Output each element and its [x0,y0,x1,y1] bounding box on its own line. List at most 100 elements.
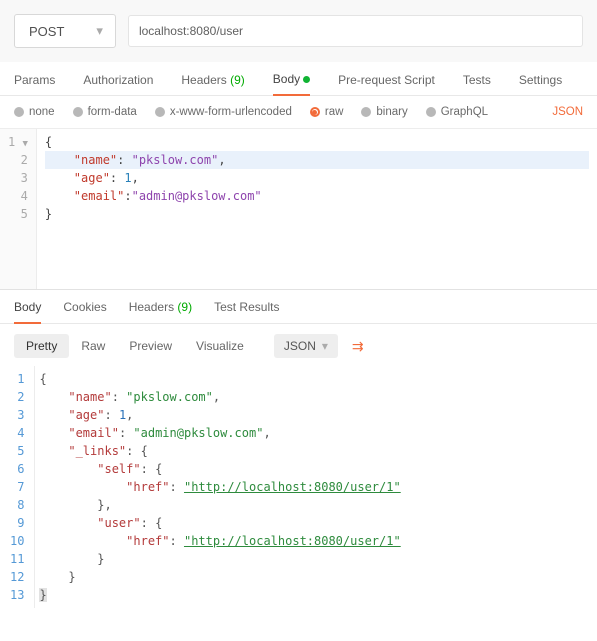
request-tabs: Params Authorization Headers (9) Body Pr… [0,62,597,96]
resp-headers-label: Headers [129,300,174,314]
json-url[interactable]: "http://localhost:8080/user/1" [184,534,401,548]
json-key: "href" [126,480,169,494]
wrap-lines-icon[interactable]: ⇉ [352,338,364,355]
tab-prerequest[interactable]: Pre-request Script [338,73,435,95]
radio-off-icon [426,107,436,117]
line-number: 11 [10,550,24,568]
json-key: "self" [97,462,140,476]
line-number: 12 [10,568,24,586]
json-url[interactable]: "http://localhost:8080/user/1" [184,480,401,494]
request-body-code[interactable]: { "name": "pkslow.com", "age": 1, "email… [37,129,597,289]
json-key: "email" [68,426,119,440]
response-toolbar: Pretty Raw Preview Visualize JSON ▾ ⇉ [0,324,597,366]
chevron-down-icon: ▾ [96,23,103,39]
radio-off-icon [361,107,371,117]
line-number: 3 [8,169,28,187]
tab-tests[interactable]: Tests [463,73,491,95]
body-type-graphql[interactable]: GraphQL [426,106,488,118]
json-number: 1 [124,171,131,185]
line-number: 1 [10,370,24,388]
line-number: 4 [8,187,28,205]
brace: { [141,444,148,458]
json-key: "email" [74,189,125,203]
tab-params[interactable]: Params [14,73,55,95]
json-key: "user" [97,516,140,530]
http-method-value: POST [29,24,64,39]
body-binary-label: binary [376,106,407,118]
response-body-code[interactable]: { "name": "pkslow.com", "age": 1, "email… [34,366,597,608]
view-visualize[interactable]: Visualize [184,334,256,358]
body-type-none[interactable]: none [14,106,55,118]
json-string: "pkslow.com" [126,390,213,404]
body-type-binary[interactable]: binary [361,106,407,118]
response-format-dropdown[interactable]: JSON ▾ [274,334,338,358]
tab-headers[interactable]: Headers (9) [181,73,244,95]
line-number: 7 [10,478,24,496]
tab-authorization[interactable]: Authorization [83,73,153,95]
body-graphql-label: GraphQL [441,106,488,118]
line-number: 9 [10,514,24,532]
brace: { [39,372,46,386]
response-body-editor[interactable]: 1 2 3 4 5 6 7 8 9 10 11 12 13 { "name": … [0,366,597,608]
json-key: "name" [68,390,111,404]
request-body-editor[interactable]: 1 ▼ 2 3 4 5 { "name": "pkslow.com", "age… [0,129,597,289]
body-format-dropdown[interactable]: JSON [552,106,583,118]
line-number: 13 [10,586,24,604]
body-raw-label: raw [325,106,344,118]
radio-off-icon [14,107,24,117]
response-tabs: Body Cookies Headers (9) Test Results [0,290,597,324]
line-number: 1 [8,135,15,149]
json-string: "admin@pkslow.com" [133,426,263,440]
brace: { [155,462,162,476]
http-method-dropdown[interactable]: POST ▾ [14,14,116,48]
view-preview[interactable]: Preview [117,334,184,358]
radio-on-icon [310,107,320,117]
resp-tab-cookies[interactable]: Cookies [63,300,106,323]
radio-off-icon [155,107,165,117]
brace: } [39,588,46,602]
request-bar: POST ▾ localhost:8080/user [0,0,597,62]
brace: } [45,207,52,221]
body-type-xwww[interactable]: x-www-form-urlencoded [155,106,292,118]
body-format-label: JSON [552,106,583,118]
fold-icon[interactable]: ▼ [22,139,27,149]
radio-off-icon [73,107,83,117]
resp-tab-headers[interactable]: Headers (9) [129,300,192,323]
brace: }, [97,498,111,512]
json-string: "pkslow.com" [132,153,219,167]
tab-settings[interactable]: Settings [519,73,562,95]
json-key: "name" [74,153,117,167]
json-key: "_links" [68,444,126,458]
view-raw[interactable]: Raw [69,334,117,358]
resp-tab-body[interactable]: Body [14,300,41,324]
body-type-row: none form-data x-www-form-urlencoded raw… [0,96,597,129]
view-pretty[interactable]: Pretty [14,334,69,358]
chevron-down-icon: ▾ [322,339,328,353]
brace: { [45,135,52,149]
json-key: "age" [68,408,104,422]
tab-body-label: Body [273,72,300,86]
line-number: 5 [10,442,24,460]
url-input[interactable]: localhost:8080/user [128,15,583,47]
line-number: 5 [8,205,28,223]
brace: } [97,552,104,566]
body-formdata-label: form-data [88,106,137,118]
line-number: 6 [10,460,24,478]
headers-count: (9) [230,73,245,87]
response-format-label: JSON [284,339,316,353]
tab-body[interactable]: Body [273,72,310,96]
brace: { [155,516,162,530]
json-key: "href" [126,534,169,548]
line-number: 2 [8,151,28,169]
line-number: 3 [10,406,24,424]
line-number: 2 [10,388,24,406]
body-type-formdata[interactable]: form-data [73,106,137,118]
brace: } [68,570,75,584]
tab-headers-label: Headers [181,73,226,87]
response-gutter: 1 2 3 4 5 6 7 8 9 10 11 12 13 [0,366,34,608]
resp-tab-tests[interactable]: Test Results [214,300,279,323]
line-number: 10 [10,532,24,550]
line-number: 8 [10,496,24,514]
body-type-raw[interactable]: raw [310,106,344,118]
resp-headers-count: (9) [177,300,192,314]
